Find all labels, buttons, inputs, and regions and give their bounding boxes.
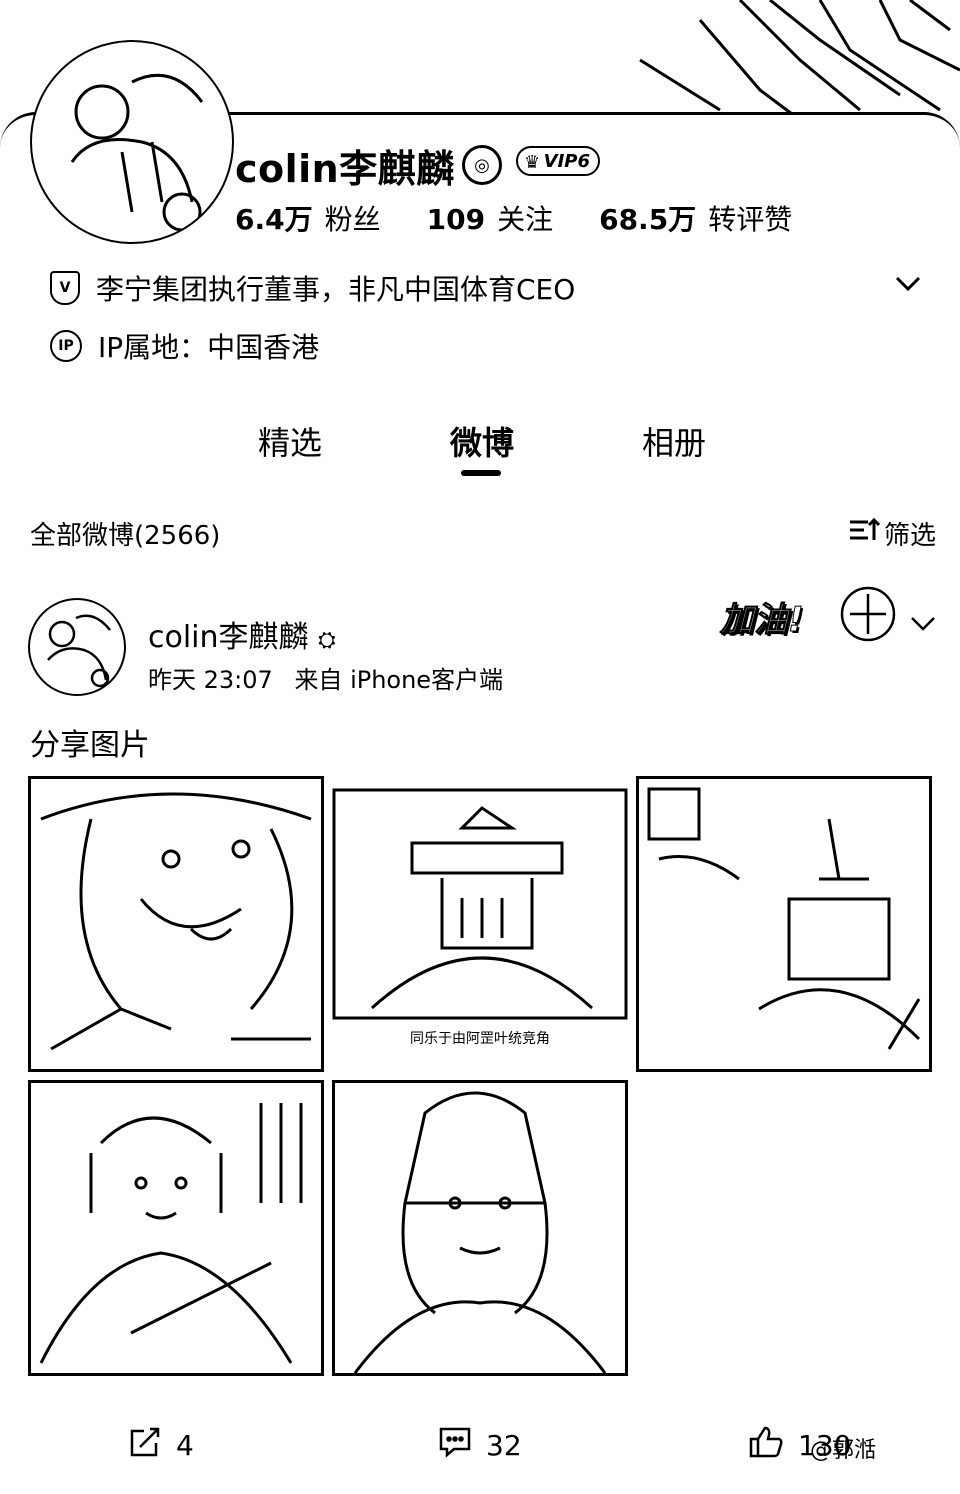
tab-album[interactable]: 相册 [642, 418, 706, 464]
comment-count: 32 [486, 1429, 522, 1462]
stat-label: 关注 [497, 203, 554, 236]
post-author-avatar[interactable] [28, 598, 126, 696]
verified-info-row[interactable]: V 李宁集团执行董事，非凡中国体育CEO [50, 268, 575, 308]
stat-value: 109 [426, 203, 486, 236]
active-tab-indicator [461, 470, 501, 476]
post-time: 昨天 23:07 [148, 666, 273, 694]
post-text: 分享图片 [30, 728, 150, 763]
expand-chevron-icon[interactable] [893, 268, 923, 305]
comment-button[interactable]: 32 [438, 1425, 522, 1466]
author-badge-icon: ⛭ [318, 628, 336, 653]
profile-avatar[interactable] [30, 40, 234, 244]
filter-button[interactable]: 筛选 [848, 515, 936, 552]
weibo-watermark: @郭湉 [810, 1438, 877, 1463]
verified-badge-icon[interactable]: ◎ [462, 145, 502, 185]
comment-icon [438, 1425, 472, 1466]
stat-engagement[interactable]: 68.5万 转评赞 [599, 198, 792, 238]
vip-badge[interactable]: ♛ VIP6 [516, 146, 600, 176]
post-author-name[interactable]: colin李麒麟 ⛭ [148, 612, 336, 656]
tab-featured[interactable]: 精选 [258, 418, 322, 464]
stat-value: 6.4万 [235, 203, 313, 236]
filter-icon [848, 516, 881, 551]
image-caption: 同乐于由阿罡叶统竞角 [410, 1030, 550, 1047]
ip-icon: IP [50, 330, 82, 362]
post-menu-chevron-icon[interactable] [908, 614, 938, 640]
post-image-4[interactable] [28, 1080, 324, 1376]
post-image-3[interactable] [636, 776, 932, 1072]
stat-following[interactable]: 109 关注 [427, 198, 553, 238]
card-sticker-decoration: 加油! [720, 584, 910, 644]
post-source: 来自 iPhone客户端 [294, 666, 504, 694]
ip-location-row: IP IP属地：中国香港 [50, 326, 319, 366]
like-icon [748, 1425, 784, 1466]
stat-label: 转评赞 [708, 203, 793, 236]
vip-label: VIP6 [543, 150, 590, 172]
crown-icon: ♛ [524, 152, 541, 173]
tab-weibo[interactable]: 微博 [450, 418, 514, 464]
repost-count: 4 [176, 1429, 194, 1462]
filter-label: 筛选 [884, 521, 937, 551]
post-meta: 昨天 23:07 来自 iPhone客户端 [148, 660, 503, 695]
verified-text: 李宁集团执行董事，非凡中国体育CEO [96, 273, 576, 306]
profile-tabs: 精选 微博 相册 [0, 418, 960, 468]
stat-value: 68.5万 [599, 203, 697, 236]
post-image-5[interactable] [332, 1080, 628, 1376]
shield-icon: V [50, 271, 80, 305]
stat-followers[interactable]: 6.4万 粉丝 [235, 198, 381, 238]
repost-button[interactable]: 4 [128, 1425, 194, 1466]
profile-stats: 6.4万 粉丝 109 关注 68.5万 转评赞 [235, 198, 792, 238]
profile-name: colin李麒麟 [235, 147, 455, 191]
repost-icon [128, 1425, 162, 1466]
stat-label: 粉丝 [324, 203, 381, 236]
all-posts-count: 全部微博(2566) [30, 521, 221, 551]
ip-location-text: IP属地：中国香港 [98, 331, 320, 364]
post-image-1[interactable] [28, 776, 324, 1072]
post-image-2[interactable]: 同乐于由阿罡叶统竞角 [332, 788, 628, 1072]
